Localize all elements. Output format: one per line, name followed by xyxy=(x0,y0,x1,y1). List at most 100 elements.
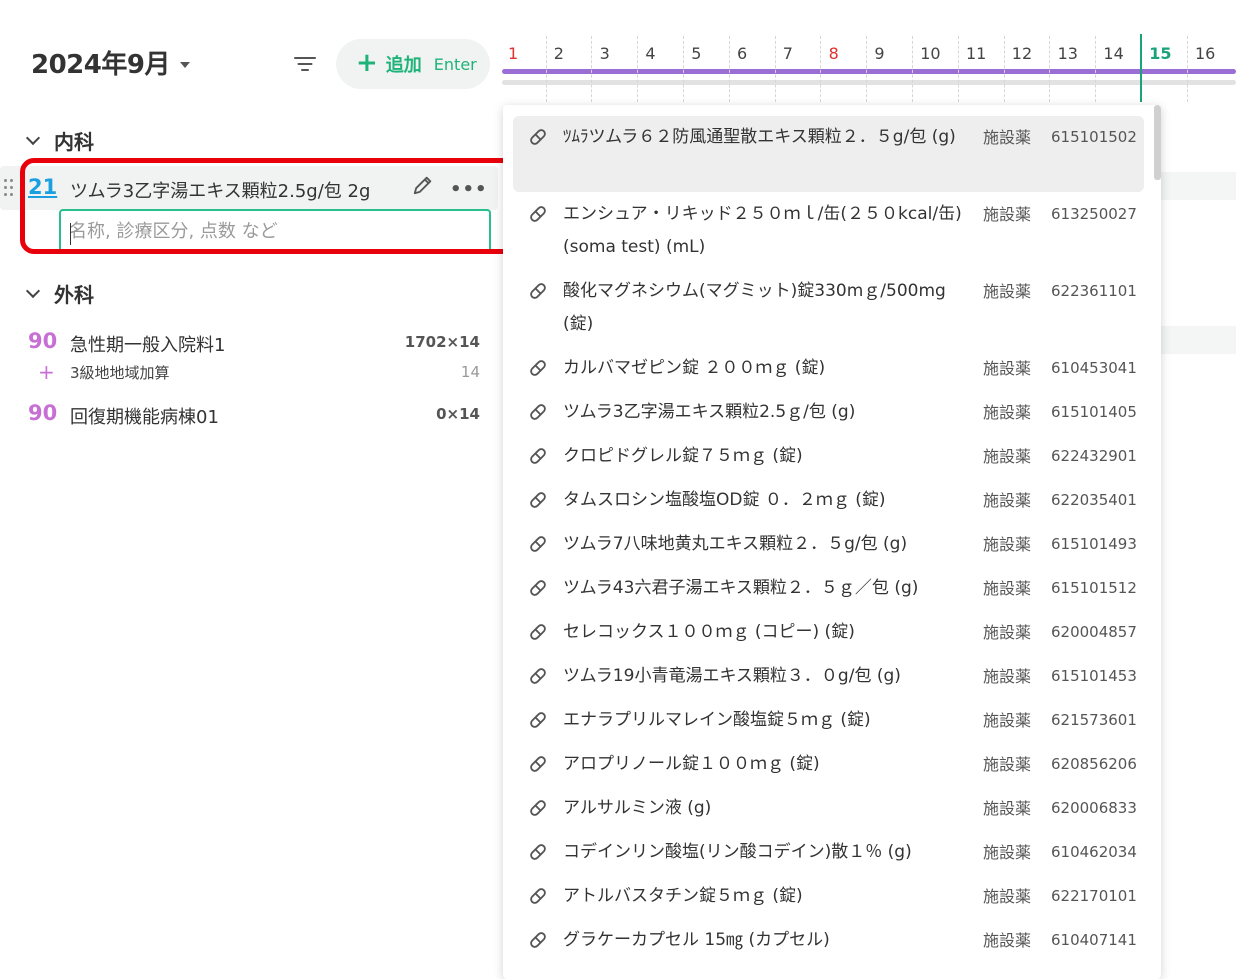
row-quantity: 0×14 xyxy=(436,405,480,423)
calendar-gridline xyxy=(911,36,913,102)
dropdown-item-category: 施設薬 xyxy=(983,931,1032,950)
dropdown-item-category: 施設薬 xyxy=(983,359,1032,378)
calendar-day[interactable]: 4 xyxy=(645,44,655,63)
pill-icon xyxy=(530,888,546,904)
grid-stripe xyxy=(1160,326,1236,354)
pill-icon xyxy=(530,492,546,508)
pill-icon xyxy=(530,844,546,860)
calendar-day[interactable]: 9 xyxy=(874,44,884,63)
dropdown-item-code: 613250027 xyxy=(1051,205,1137,223)
chevron-down-icon xyxy=(25,130,41,145)
dropdown-item[interactable]: エンシュア・リキッド２５０ｍｌ/缶(２５０kcal/缶) (soma test)… xyxy=(513,193,1144,269)
dropdown-item-code: 622432901 xyxy=(1051,447,1137,465)
calendar-day[interactable]: 5 xyxy=(691,44,701,63)
dropdown-item-code: 610407141 xyxy=(1051,931,1137,949)
calendar-day[interactable]: 16 xyxy=(1195,44,1215,63)
month-selector[interactable]: 2024年9月 xyxy=(31,44,190,81)
dropdown-item-category: 施設薬 xyxy=(983,535,1032,554)
dropdown-item-category: 施設薬 xyxy=(983,403,1032,422)
calendar-day[interactable]: 6 xyxy=(737,44,747,63)
dropdown-item-name: アロプリノール錠１００ｍｇ (錠) xyxy=(563,754,820,774)
dropdown-item[interactable]: エナラプリルマレイン酸塩錠５ｍｇ (錠) 施設薬 621573601 xyxy=(513,699,1144,743)
dropdown-item[interactable]: ツムラ3乙字湯エキス顆粒2.5ｇ/包 (g) 施設薬 615101405 xyxy=(513,391,1144,435)
calendar-day[interactable]: 10 xyxy=(920,44,940,63)
dropdown-item-name: グラケーカプセル 15㎎ (カプセル) xyxy=(563,930,830,950)
drag-handle-icon[interactable] xyxy=(4,179,14,197)
row-number[interactable]: 90 xyxy=(28,401,57,425)
dropdown-item[interactable]: 酸化マグネシウム(マグミット)錠330mｇ/500mg (錠) 施設薬 622361… xyxy=(513,270,1144,346)
add-button-shortcut: Enter xyxy=(433,54,477,74)
dropdown-item[interactable]: カルバマゼピン錠 ２００ｍｇ (錠) 施設薬 610453041 xyxy=(513,347,1144,391)
dropdown-item[interactable]: クロピドグレル錠７５ｍｇ (錠) 施設薬 622432901 xyxy=(513,435,1144,479)
dropdown-scrollbar[interactable] xyxy=(1154,105,1161,180)
section-header-surgery[interactable]: 外科 xyxy=(25,279,94,308)
dropdown-item[interactable]: セレコックス１００ｍｇ (コピー) (錠) 施設薬 620004857 xyxy=(513,611,1144,655)
dropdown-item[interactable]: グラケーカプセル 15㎎ (カプセル) 施設薬 610407141 xyxy=(513,919,1144,963)
pill-icon xyxy=(530,360,546,376)
calendar-day[interactable]: 7 xyxy=(783,44,793,63)
search-dropdown[interactable]: ﾂﾑﾗツムラ６２防風通聖散エキス顆粒２．５g/包 (g) 施設薬 615101502… xyxy=(503,105,1161,979)
calendar-gridline xyxy=(545,36,547,102)
calendar-gridline xyxy=(1186,36,1188,102)
add-button-label: 追加 xyxy=(385,55,422,76)
dropdown-item-code: 610453041 xyxy=(1051,359,1137,377)
dropdown-item-category: 施設薬 xyxy=(983,491,1032,510)
row-number[interactable]: 90 xyxy=(28,329,57,353)
month-label: 2024年9月 xyxy=(31,50,170,80)
dropdown-item-category: 施設薬 xyxy=(983,623,1032,642)
dropdown-item-category: 施設薬 xyxy=(983,128,1032,147)
dropdown-item-code: 615101453 xyxy=(1051,667,1137,685)
dropdown-item[interactable]: ツムラ19小青竜湯エキス顆粒３．０g/包 (g) 施設薬 615101453 xyxy=(513,655,1144,699)
dropdown-item-code: 615101502 xyxy=(1051,128,1137,146)
calendar-day[interactable]: 3 xyxy=(600,44,610,63)
filter-icon[interactable] xyxy=(293,55,317,73)
dropdown-item-name: 酸化マグネシウム(マグミット)錠330mｇ/500mg (錠) xyxy=(563,281,946,334)
section-header-internal[interactable]: 内科 xyxy=(25,126,94,155)
calendar-gridline xyxy=(1049,36,1051,102)
dropdown-item-category: 施設薬 xyxy=(983,579,1032,598)
dropdown-item-code: 610462034 xyxy=(1051,843,1137,861)
dropdown-item-code: 615101493 xyxy=(1051,535,1137,553)
plus-icon: + xyxy=(356,48,378,78)
calendar-gridline xyxy=(591,36,593,102)
dropdown-item-code: 622361101 xyxy=(1051,282,1137,300)
dropdown-item[interactable]: タムスロシン塩酸塩OD錠 ０．２ｍｇ (錠) 施設薬 622035401 xyxy=(513,479,1144,523)
calendar-day[interactable]: 1 xyxy=(508,44,518,63)
add-button[interactable]: + 追加 Enter xyxy=(336,39,490,89)
pill-icon xyxy=(530,448,546,464)
row-sub-name: 3級地地域加算 xyxy=(70,364,170,382)
dropdown-item[interactable]: ﾂﾑﾗツムラ６２防風通聖散エキス顆粒２．５g/包 (g) 施設薬 615101502 xyxy=(513,116,1144,192)
dropdown-item-category: 施設薬 xyxy=(983,799,1032,818)
calendar-gridline xyxy=(1095,36,1097,102)
chevron-down-icon xyxy=(25,283,41,298)
calendar-day[interactable]: 12 xyxy=(1012,44,1032,63)
calendar-gridline xyxy=(957,36,959,102)
dropdown-item[interactable]: アロプリノール錠１００ｍｇ (錠) 施設薬 620856206 xyxy=(513,743,1144,787)
calendar-day[interactable]: 11 xyxy=(966,44,986,63)
calendar-day[interactable]: 14 xyxy=(1103,44,1123,63)
calendar-gridline xyxy=(866,36,868,102)
dropdown-item-category: 施設薬 xyxy=(983,755,1032,774)
dropdown-item-category: 施設薬 xyxy=(983,282,1032,301)
dropdown-item-category: 施設薬 xyxy=(983,711,1032,730)
dropdown-item[interactable]: ツムラ7八味地黄丸エキス顆粒２．５g/包 (g) 施設薬 615101493 xyxy=(513,523,1144,567)
pill-icon xyxy=(530,580,546,596)
row-name: 回復期機能病棟01 xyxy=(70,407,219,428)
dropdown-item[interactable]: コデインリン酸塩(リン酸コデイン)散１％ (g) 施設薬 610462034 xyxy=(513,831,1144,875)
section-title: 内科 xyxy=(54,130,94,154)
dropdown-item-name: ツムラ7八味地黄丸エキス顆粒２．５g/包 (g) xyxy=(563,534,908,554)
calendar-day[interactable]: 2 xyxy=(554,44,564,63)
dropdown-item[interactable]: アトルバスタチン錠５ｍｇ (錠) 施設薬 622170101 xyxy=(513,875,1144,919)
dropdown-item[interactable]: アルサルミン液 (g) 施設薬 620006833 xyxy=(513,787,1144,831)
calendar-day[interactable]: 13 xyxy=(1058,44,1078,63)
calendar-gridline xyxy=(682,36,684,102)
pill-icon xyxy=(530,404,546,420)
calendar-day[interactable]: 8 xyxy=(829,44,839,63)
calendar-period-bar xyxy=(502,69,1236,74)
pill-icon xyxy=(530,283,546,299)
calendar-day[interactable]: 15 xyxy=(1149,44,1171,63)
dropdown-item-name: タムスロシン塩酸塩OD錠 ０．２ｍｇ (錠) xyxy=(563,490,886,510)
dropdown-item[interactable]: ツムラ43六君子湯エキス顆粒２．５ｇ／包 (g) 施設薬 615101512 xyxy=(513,567,1144,611)
dropdown-item-code: 620006833 xyxy=(1051,799,1137,817)
dropdown-item-name: エンシュア・リキッド２５０ｍｌ/缶(２５０kcal/缶) (soma test)… xyxy=(563,204,962,257)
